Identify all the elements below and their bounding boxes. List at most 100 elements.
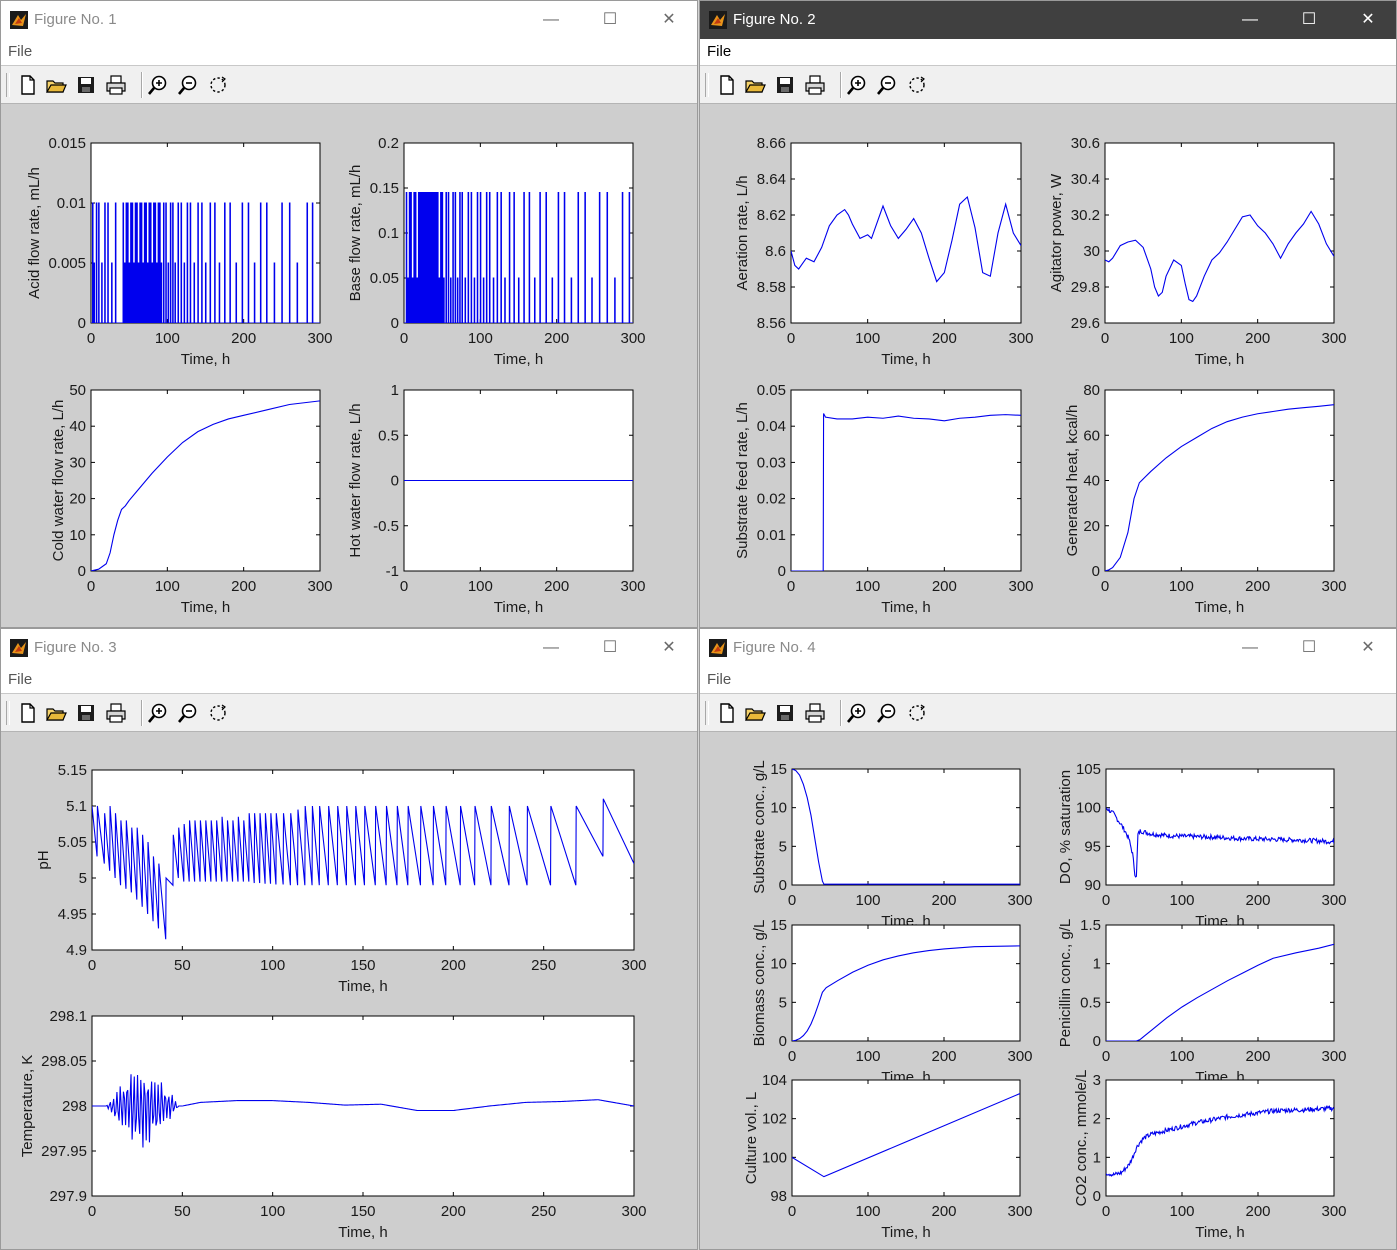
print-icon[interactable] <box>804 702 826 724</box>
menu-file[interactable]: File <box>707 671 731 688</box>
maximize-button[interactable]: ☐ <box>590 635 630 661</box>
new-file-icon[interactable] <box>716 74 738 96</box>
close-button[interactable]: ✕ <box>1348 7 1388 33</box>
zoom-in-icon[interactable] <box>147 702 169 724</box>
x-tick-label: 300 <box>1007 1203 1032 1220</box>
axes-box <box>791 768 1021 886</box>
x-tick-label: 300 <box>1321 330 1346 347</box>
toolbar-grip[interactable] <box>6 73 10 97</box>
y-tick-label: 104 <box>762 1072 787 1089</box>
toolbar-grip[interactable] <box>705 701 709 725</box>
menu-file[interactable]: File <box>707 43 731 60</box>
y-tick-label: 60 <box>1083 427 1100 444</box>
x-axis-label: Time, h <box>1195 599 1244 616</box>
close-button[interactable]: ✕ <box>1348 635 1388 661</box>
x-tick-label: 0 <box>788 892 796 909</box>
y-tick-label: 15 <box>770 917 787 934</box>
maximize-button[interactable]: ☐ <box>1289 7 1329 33</box>
x-tick-label: 300 <box>621 957 646 974</box>
zoom-out-icon[interactable] <box>876 702 898 724</box>
minimize-button[interactable]: — <box>1230 635 1270 661</box>
x-tick-label: 0 <box>87 330 95 347</box>
y-axis-label: Aeration rate, L/h <box>734 175 751 290</box>
open-folder-icon[interactable] <box>744 74 766 96</box>
minimize-button[interactable]: — <box>531 635 571 661</box>
x-axis-label: Time, h <box>1195 1224 1244 1241</box>
new-file-icon[interactable] <box>17 702 39 724</box>
x-tick-label: 200 <box>1245 892 1270 909</box>
toolbar-separator <box>141 72 143 98</box>
save-icon[interactable] <box>774 702 796 724</box>
zoom-out-icon[interactable] <box>876 74 898 96</box>
toolbar-grip[interactable] <box>705 73 709 97</box>
y-tick-label: 297.9 <box>49 1188 87 1205</box>
menu-bar: File <box>1 667 697 693</box>
menu-file[interactable]: File <box>8 43 32 60</box>
window-title: Figure No. 3 <box>34 639 117 656</box>
x-tick-label: 100 <box>855 1048 880 1065</box>
matlab-logo-icon <box>10 639 28 657</box>
title-bar[interactable]: Figure No. 1 — ☐ ✕ <box>1 1 697 39</box>
axes-substrateconc: 0 100 200 300051015Time, hSubstrate conc., … <box>751 760 1033 930</box>
y-axis-label: Hot water flow rate, L/h <box>347 403 364 557</box>
figure-toolbar <box>1 65 697 104</box>
menu-file[interactable]: File <box>8 671 32 688</box>
minimize-button[interactable]: — <box>1230 7 1270 33</box>
title-bar[interactable]: Figure No. 2 — ☐ ✕ <box>700 1 1396 39</box>
zoom-in-icon[interactable] <box>846 74 868 96</box>
y-tick-label: 0 <box>78 563 86 580</box>
close-button[interactable]: ✕ <box>649 7 689 33</box>
maximize-button[interactable]: ☐ <box>1289 635 1329 661</box>
x-tick-label: 100 <box>260 1203 285 1220</box>
zoom-in-icon[interactable] <box>846 702 868 724</box>
x-tick-label: 100 <box>855 330 880 347</box>
new-file-icon[interactable] <box>17 74 39 96</box>
y-tick-label: 100 <box>1076 800 1101 817</box>
y-tick-label: 8.56 <box>757 315 786 332</box>
rotate-icon[interactable] <box>906 74 928 96</box>
y-tick-label: 0 <box>779 1033 787 1050</box>
x-tick-label: 0 <box>1102 1203 1110 1220</box>
save-icon[interactable] <box>774 74 796 96</box>
y-tick-label: 100 <box>762 1149 787 1166</box>
y-tick-label: 0.05 <box>370 270 399 287</box>
zoom-out-icon[interactable] <box>177 702 199 724</box>
axes-culturevol: 0 100 200 300 98 100 102 104 Time, h Culture vol.… <box>743 1072 1033 1241</box>
y-axis-label: CO2 conc., mmole/L <box>1073 1070 1090 1207</box>
rotate-icon[interactable] <box>207 702 229 724</box>
y-tick-label: 30 <box>1083 243 1100 260</box>
print-icon[interactable] <box>804 74 826 96</box>
title-bar[interactable]: Figure No. 4 — ☐ ✕ <box>700 629 1396 667</box>
zoom-out-icon[interactable] <box>177 74 199 96</box>
zoom-in-icon[interactable] <box>147 74 169 96</box>
x-tick-label: 300 <box>621 1203 646 1220</box>
x-tick-label: 0 <box>87 578 95 595</box>
toolbar-grip[interactable] <box>6 701 10 725</box>
rotate-icon[interactable] <box>207 74 229 96</box>
x-axis-label: Time, h <box>881 1224 930 1241</box>
y-tick-label: 0.1 <box>378 225 399 242</box>
x-tick-label: 100 <box>1169 330 1194 347</box>
minimize-button[interactable]: — <box>531 7 571 33</box>
y-axis-label: Acid flow rate, mL/h <box>26 167 43 299</box>
new-file-icon[interactable] <box>716 702 738 724</box>
rotate-icon[interactable] <box>906 702 928 724</box>
axes-agitator: 0 100 200 300 29.6 29.8 30 30.2 30.4 30.6 Time, h A… <box>1048 135 1347 368</box>
close-button[interactable]: ✕ <box>649 635 689 661</box>
save-icon[interactable] <box>75 74 97 96</box>
open-folder-icon[interactable] <box>45 702 67 724</box>
x-tick-label: 200 <box>231 330 256 347</box>
x-tick-label: 100 <box>1169 1048 1194 1065</box>
print-icon[interactable] <box>105 74 127 96</box>
y-tick-label: 40 <box>1083 473 1100 490</box>
save-icon[interactable] <box>75 702 97 724</box>
open-folder-icon[interactable] <box>45 74 67 96</box>
open-folder-icon[interactable] <box>744 702 766 724</box>
maximize-button[interactable]: ☐ <box>590 7 630 33</box>
title-bar[interactable]: Figure No. 3 — ☐ ✕ <box>1 629 697 667</box>
print-icon[interactable] <box>105 702 127 724</box>
y-tick-label: 8.64 <box>757 171 786 188</box>
y-tick-label: -1 <box>386 563 399 580</box>
axes-ph: 0 50 100 150 200 250 300 4.9 4.95 5 5.05 5.1 5.15 Tim… <box>35 762 647 995</box>
menu-bar: File <box>700 667 1396 693</box>
